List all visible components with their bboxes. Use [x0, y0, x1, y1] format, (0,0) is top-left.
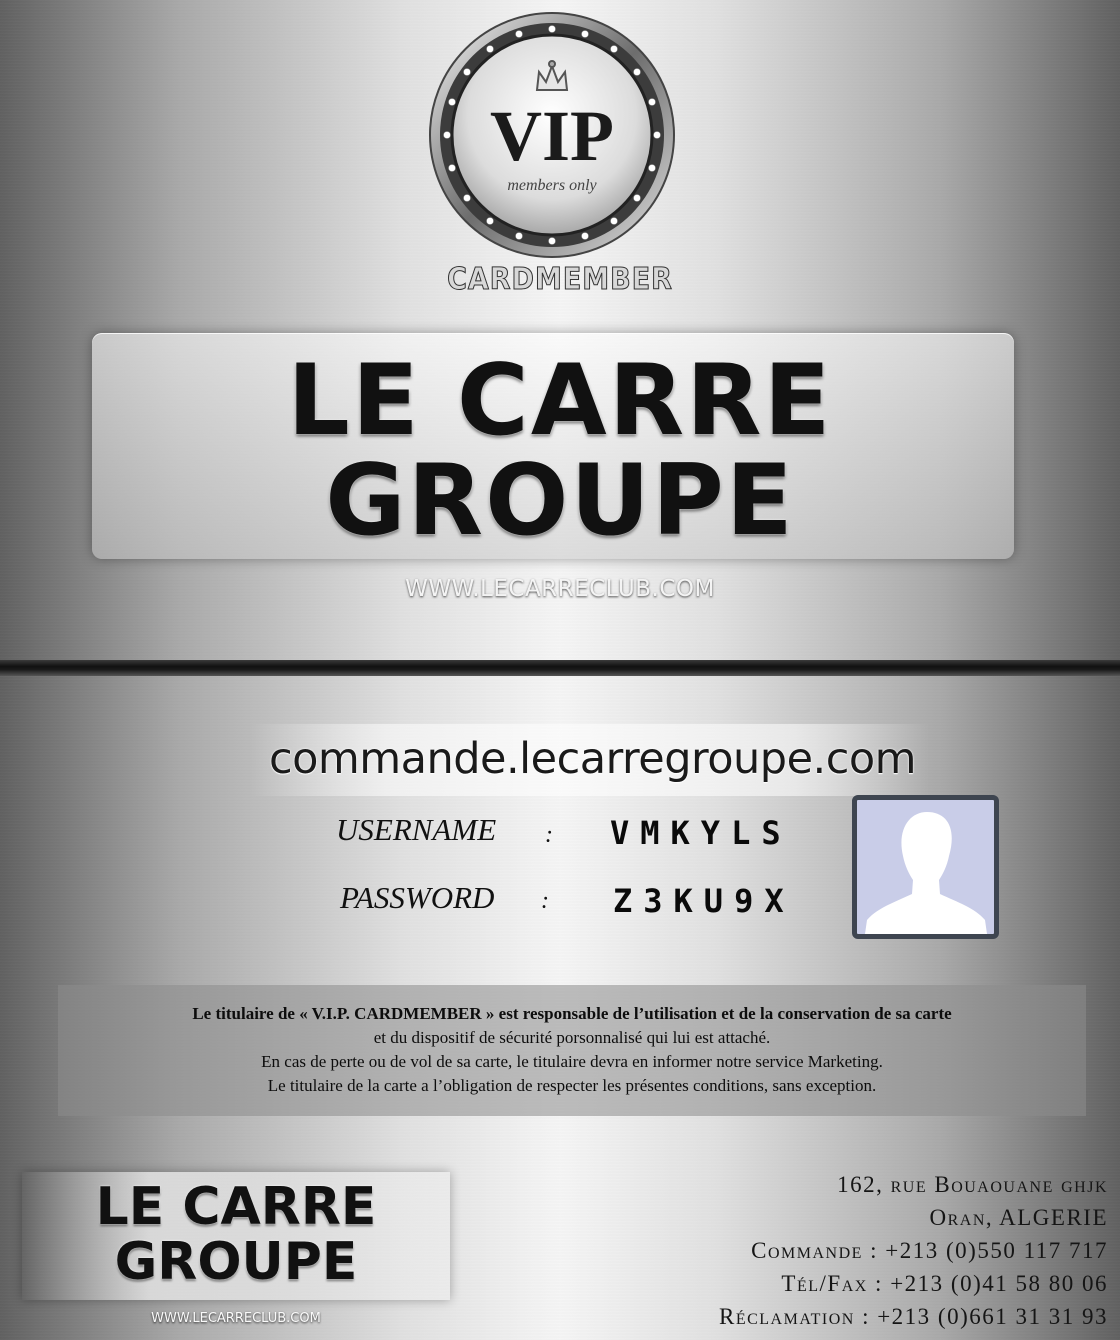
- user-silhouette-icon: [865, 812, 987, 934]
- terms-line-4: Le titulaire de la carte a l’obligation …: [267, 1076, 877, 1095]
- terms-line-2: et du dispositif de sécurité porsonnalis…: [373, 1028, 771, 1047]
- brand-title-line1: LE CARRE: [287, 344, 833, 458]
- terms-box: Le titulaire de « V.I.P. CARDMEMBER » es…: [58, 985, 1086, 1116]
- contact-address: 162, rue Bouaouane ghjk Oran, ALGERIE Co…: [719, 1168, 1108, 1333]
- cardmember-label: CARDMEMBER: [447, 262, 673, 298]
- phone-reclamation: Réclamation : +213 (0)661 31 31 93: [718, 1304, 1108, 1329]
- username-label: USERNAME: [336, 812, 497, 847]
- footer-logo-line2: GROUPE: [114, 1232, 358, 1292]
- card-divider: [0, 660, 1120, 676]
- address-city: Oran, ALGERIE: [929, 1205, 1108, 1230]
- footer-website: WWW.LECARRECLUB.COM: [151, 1311, 321, 1326]
- terms-line-1: Le titulaire de « V.I.P. CARDMEMBER » es…: [192, 1004, 952, 1023]
- password-label: PASSWORD: [340, 880, 495, 915]
- username-separator: :: [545, 822, 553, 848]
- footer-logo-line1: LE CARRE: [95, 1177, 377, 1237]
- terms-line-3: En cas de perte ou de vol de sa carte, l…: [261, 1052, 883, 1071]
- phone-telfax: Tél/Fax : +213 (0)41 58 80 06: [781, 1271, 1108, 1296]
- password-value: Z3KU9X: [613, 882, 795, 920]
- order-url: commande.lecarregroupe.com: [268, 734, 917, 784]
- address-street: 162, rue Bouaouane ghjk: [837, 1172, 1108, 1197]
- vip-badge: VIP members only: [427, 10, 677, 260]
- phone-commande: Commande : +213 (0)550 117 717: [751, 1238, 1108, 1263]
- brand-title-line2: GROUPE: [325, 444, 795, 558]
- website-link: WWW.LECARRECLUB.COM: [405, 576, 715, 602]
- avatar: [852, 795, 999, 939]
- password-separator: :: [541, 888, 549, 914]
- members-only-text: members only: [507, 177, 597, 194]
- username-value: VMKYLS: [610, 814, 792, 852]
- vip-text: VIP: [490, 96, 614, 176]
